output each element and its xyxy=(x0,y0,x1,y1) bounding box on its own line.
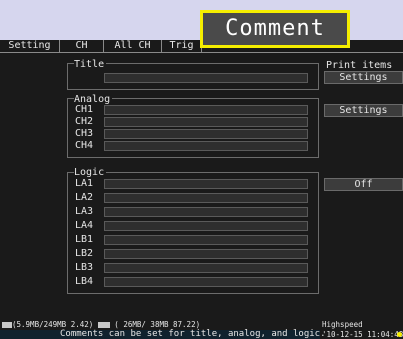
datetime: '10-12-15 11:04:48 xyxy=(322,330,403,339)
la3-comment-field[interactable] xyxy=(104,207,308,217)
la1-label: LA1 xyxy=(75,178,94,189)
la1-comment-field[interactable] xyxy=(104,179,308,189)
tab-all-ch[interactable]: All CH xyxy=(104,40,162,52)
lb4-label: LB4 xyxy=(75,276,94,287)
lb4-comment-field[interactable] xyxy=(104,277,308,287)
logic-label: Logic xyxy=(74,167,107,178)
lb3-label: LB3 xyxy=(75,262,94,273)
la2-label: LA2 xyxy=(75,192,94,203)
mode-status: Highspeed xyxy=(322,320,363,329)
ch3-comment-field[interactable] xyxy=(104,129,308,139)
tab-ch[interactable]: CH xyxy=(60,40,104,52)
analog-settings-button[interactable]: Settings xyxy=(324,104,403,117)
memory-usage-text: (5.9MB/249MB 2.42) xyxy=(12,320,98,329)
lb1-label: LB1 xyxy=(75,234,94,245)
comment-callout: Comment xyxy=(200,10,350,48)
memory-status: (5.9MB/249MB 2.42) ( 26MB/ 38MB 87.22) xyxy=(2,321,200,329)
help-bar: Comments can be set for title, analog, a… xyxy=(0,330,326,339)
logic-off-button[interactable]: Off xyxy=(324,178,403,191)
la3-label: LA3 xyxy=(75,206,94,217)
lb1-comment-field[interactable] xyxy=(104,235,308,245)
la4-label: LA4 xyxy=(75,220,94,231)
title-field[interactable] xyxy=(104,73,308,83)
ch1-label: CH1 xyxy=(75,104,94,115)
la2-comment-field[interactable] xyxy=(104,193,308,203)
lb2-comment-field[interactable] xyxy=(104,249,308,259)
storage-usage-text: ( 26MB/ 38MB 87.22) xyxy=(109,320,201,329)
tab-trig[interactable]: Trig xyxy=(162,40,202,52)
lb2-label: LB2 xyxy=(75,248,94,259)
activity-indicator xyxy=(397,332,402,337)
tab-setting[interactable]: Setting xyxy=(0,40,60,52)
logic-box xyxy=(67,172,319,294)
ch1-comment-field[interactable] xyxy=(104,105,308,115)
title-label: Title xyxy=(74,59,107,70)
lb3-comment-field[interactable] xyxy=(104,263,308,273)
ch4-comment-field[interactable] xyxy=(104,141,308,151)
ch2-comment-field[interactable] xyxy=(104,117,308,127)
ch2-label: CH2 xyxy=(75,116,94,127)
help-text: Comments can be set for title, analog, a… xyxy=(60,329,326,339)
ch4-label: CH4 xyxy=(75,140,94,151)
print-items-label: Print items xyxy=(326,60,393,71)
ch3-label: CH3 xyxy=(75,128,94,139)
instrument-screen: Setting CH All CH Trig Title Analog CH1 … xyxy=(0,40,403,339)
memory-icon xyxy=(2,322,12,328)
storage-icon xyxy=(97,322,110,328)
print-items-settings-button[interactable]: Settings xyxy=(324,71,403,84)
la4-comment-field[interactable] xyxy=(104,221,308,231)
